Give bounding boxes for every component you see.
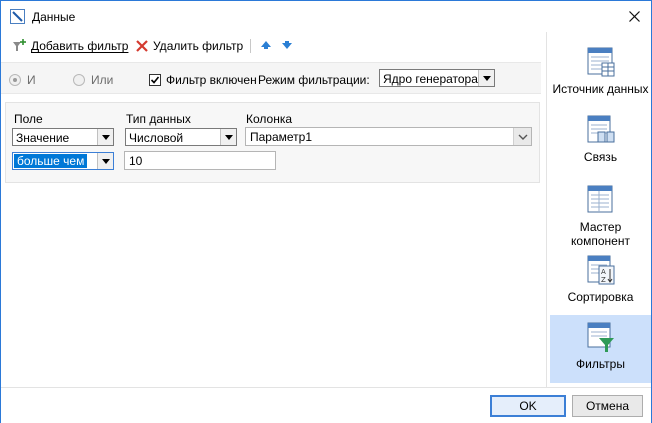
checkbox-box bbox=[149, 74, 161, 86]
field-select[interactable]: Значение bbox=[12, 128, 114, 146]
field-value: Значение bbox=[16, 131, 70, 145]
column-dropdown[interactable] bbox=[513, 128, 531, 145]
field-dropdown[interactable] bbox=[97, 129, 113, 145]
sidebar-label-data-source: Источник данных bbox=[552, 82, 649, 96]
chevron-down-icon bbox=[101, 134, 110, 140]
column-value: Параметр1 bbox=[250, 130, 313, 144]
title-bar: Данные bbox=[1, 1, 651, 32]
filter-editor: Поле Тип данных Колонка Значение Числово… bbox=[5, 102, 540, 183]
svg-text:Z: Z bbox=[601, 276, 606, 284]
operand-input[interactable]: 10 bbox=[124, 151, 276, 170]
filter-mode-value: Ядро генератора bbox=[383, 72, 478, 86]
chevron-down-icon bbox=[101, 158, 110, 164]
operand-value: 10 bbox=[129, 154, 143, 168]
filter-mode-dropdown[interactable] bbox=[478, 70, 494, 86]
filter-mode-label: Режим фильтрации: bbox=[258, 73, 370, 87]
close-icon bbox=[628, 11, 640, 22]
delete-filter-label: Удалить фильтр bbox=[153, 39, 244, 53]
condition-value: больше чем bbox=[14, 154, 88, 168]
close-button[interactable] bbox=[617, 3, 651, 30]
data-type-header: Тип данных bbox=[126, 112, 191, 126]
radio-or-label: Или bbox=[91, 73, 114, 87]
link-tables-icon bbox=[587, 115, 614, 143]
radio-and-dot bbox=[9, 74, 21, 86]
sidebar-item-component-wizard[interactable]: Мастер компонент bbox=[550, 178, 651, 248]
ok-button[interactable]: OK bbox=[490, 395, 566, 417]
wizard-icon bbox=[587, 185, 612, 213]
add-filter-icon bbox=[13, 39, 26, 51]
sidebar-item-sort[interactable]: A Z Сортировка bbox=[550, 248, 651, 316]
condition-dropdown[interactable] bbox=[97, 153, 113, 169]
sidebar-label-component-wizard: Мастер компонент bbox=[571, 220, 630, 248]
delete-filter-button[interactable]: Удалить фильтр bbox=[135, 37, 243, 55]
delete-icon bbox=[136, 40, 148, 52]
sidebar: Источник данных Связь Мастер компонент A… bbox=[546, 32, 651, 387]
data-type-select[interactable]: Числовой bbox=[125, 128, 237, 146]
toolbar-separator bbox=[250, 39, 251, 53]
filter-enabled-label: Фильтр включен bbox=[166, 73, 257, 87]
dialog-window: Данные Добавить фильтр Удалить фильтр И … bbox=[0, 0, 652, 423]
sidebar-label-sort: Сортировка bbox=[567, 290, 634, 304]
radio-and[interactable]: И bbox=[9, 73, 36, 87]
column-header: Колонка bbox=[246, 112, 293, 126]
radio-or-dot bbox=[73, 74, 85, 86]
sidebar-item-data-source[interactable]: Источник данных bbox=[550, 40, 651, 108]
filter-funnel-icon bbox=[587, 322, 614, 352]
data-type-dropdown[interactable] bbox=[220, 129, 236, 145]
window-title: Данные bbox=[32, 10, 76, 24]
add-filter-label: Добавить фильтр bbox=[31, 39, 129, 53]
column-select[interactable]: Параметр1 bbox=[245, 127, 532, 146]
dialog-footer: OK Отмена bbox=[1, 387, 651, 423]
filter-enabled-checkbox[interactable]: Фильтр включен bbox=[149, 73, 257, 87]
add-filter-button[interactable]: Добавить фильтр bbox=[11, 37, 128, 55]
ok-label: OK bbox=[519, 399, 537, 413]
app-icon bbox=[10, 9, 25, 24]
table-icon bbox=[587, 47, 614, 77]
condition-select[interactable]: больше чем bbox=[12, 152, 114, 170]
chevron-down-icon bbox=[224, 134, 233, 140]
move-down-icon[interactable] bbox=[280, 38, 294, 52]
cancel-button[interactable]: Отмена bbox=[572, 395, 643, 417]
chevron-down-icon bbox=[518, 134, 527, 140]
radio-and-label: И bbox=[27, 73, 36, 87]
field-header: Поле bbox=[14, 112, 43, 126]
sidebar-item-filters[interactable]: Фильтры bbox=[550, 315, 651, 383]
radio-or[interactable]: Или bbox=[73, 73, 113, 87]
toolbar: Добавить фильтр Удалить фильтр bbox=[1, 32, 541, 59]
svg-text:A: A bbox=[601, 268, 606, 276]
sidebar-label-link: Связь bbox=[583, 150, 618, 164]
data-type-value: Числовой bbox=[129, 131, 184, 145]
checkmark-icon bbox=[150, 76, 160, 84]
sort-az-icon: A Z bbox=[587, 255, 614, 285]
sidebar-label-filters: Фильтры bbox=[576, 357, 625, 371]
chevron-down-icon bbox=[482, 75, 491, 81]
sidebar-item-link[interactable]: Связь bbox=[550, 108, 651, 176]
filter-mode-select[interactable]: Ядро генератора bbox=[379, 69, 495, 87]
options-bar: И Или Фильтр включен Режим фильтрации: Я… bbox=[1, 62, 541, 94]
cancel-label: Отмена bbox=[585, 399, 630, 413]
move-up-icon[interactable] bbox=[259, 38, 273, 52]
